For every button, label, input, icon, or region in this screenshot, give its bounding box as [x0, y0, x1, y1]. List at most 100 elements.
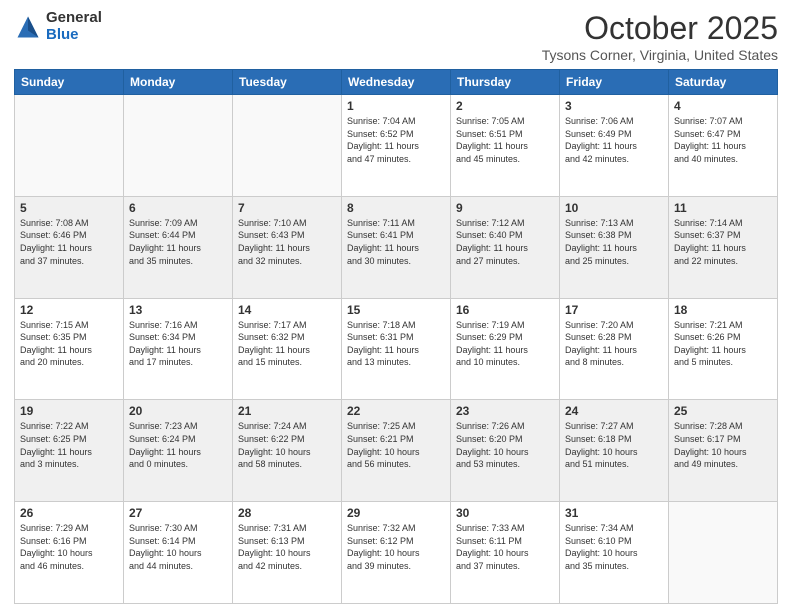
day-number: 28	[238, 506, 336, 520]
table-row: 5 Sunrise: 7:08 AM Sunset: 6:46 PM Daylig…	[15, 196, 124, 298]
calendar-header: Sunday Monday Tuesday Wednesday Thursday…	[15, 70, 778, 95]
calendar-week-row: 19Sunrise: 7:22 AM Sunset: 6:25 PM Dayli…	[15, 400, 778, 502]
day-number: 16	[456, 303, 554, 317]
day-info: Sunrise: 7:16 AM Sunset: 6:34 PM Dayligh…	[129, 319, 227, 369]
day-number: 10	[565, 201, 663, 215]
day-info: Sunrise: 7:14 AM Sunset: 6:37 PM Dayligh…	[674, 217, 772, 267]
day-number: 20	[129, 404, 227, 418]
day-info: Sunrise: 7:20 AM Sunset: 6:28 PM Dayligh…	[565, 319, 663, 369]
day-info: Sunrise: 7:09 AM Sunset: 6:44 PM Dayligh…	[129, 217, 227, 267]
day-info: Sunrise: 7:31 AM Sunset: 6:13 PM Dayligh…	[238, 522, 336, 572]
header-friday: Friday	[560, 70, 669, 95]
day-number: 1	[347, 99, 445, 113]
calendar-week-row: 26Sunrise: 7:29 AM Sunset: 6:16 PM Dayli…	[15, 502, 778, 604]
day-info: Sunrise: 7:05 AM Sunset: 6:51 PM Dayligh…	[456, 115, 554, 165]
table-row	[669, 502, 778, 604]
table-row: 18 Sunrise: 7:21 AM Sunset: 6:26 PM Dayli…	[669, 298, 778, 400]
table-row: 1 Sunrise: 7:04 AM Sunset: 6:52 PM Daylig…	[342, 95, 451, 197]
table-row: 30 Sunrise: 7:33 AM Sunset: 6:11 PM Dayli…	[451, 502, 560, 604]
table-row: 22 Sunrise: 7:25 AM Sunset: 6:21 PM Dayli…	[342, 400, 451, 502]
table-row: 12 Sunrise: 7:15 AM Sunset: 6:35 PM Dayli…	[15, 298, 124, 400]
day-info: Sunrise: 7:15 AM Sunset: 6:35 PM Dayligh…	[20, 319, 118, 369]
day-number: 21	[238, 404, 336, 418]
day-number: 29	[347, 506, 445, 520]
header-wednesday: Wednesday	[342, 70, 451, 95]
table-row: 14 Sunrise: 7:17 AM Sunset: 6:32 PM Dayli…	[233, 298, 342, 400]
table-row: 8 Sunrise: 7:11 AM Sunset: 6:41 PM Daylig…	[342, 196, 451, 298]
day-info: Sunrise: 7:21 AM Sunset: 6:26 PM Dayligh…	[674, 319, 772, 369]
calendar-week-row: 5 Sunrise: 7:08 AM Sunset: 6:46 PM Daylig…	[15, 196, 778, 298]
calendar-week-row: 12 Sunrise: 7:15 AM Sunset: 6:35 PM Dayli…	[15, 298, 778, 400]
table-row: 6 Sunrise: 7:09 AM Sunset: 6:44 PM Daylig…	[124, 196, 233, 298]
day-number: 14	[238, 303, 336, 317]
table-row: 31 Sunrise: 7:34 AM Sunset: 6:10 PM Dayli…	[560, 502, 669, 604]
day-info: Sunrise: 7:27 AM Sunset: 6:18 PM Dayligh…	[565, 420, 663, 470]
table-row: 24 Sunrise: 7:27 AM Sunset: 6:18 PM Dayli…	[560, 400, 669, 502]
day-number: 7	[238, 201, 336, 215]
page: General Blue October 2025 Tysons Corner,…	[0, 0, 792, 612]
day-number: 11	[674, 201, 772, 215]
day-number: 3	[565, 99, 663, 113]
logo-blue-text: Blue	[46, 27, 102, 44]
calendar-week-row: 1 Sunrise: 7:04 AM Sunset: 6:52 PM Daylig…	[15, 95, 778, 197]
header: General Blue October 2025 Tysons Corner,…	[14, 10, 778, 63]
day-number: 6	[129, 201, 227, 215]
header-thursday: Thursday	[451, 70, 560, 95]
day-info: Sunrise: 7:24 AM Sunset: 6:22 PM Dayligh…	[238, 420, 336, 470]
day-info: Sunrise: 7:07 AM Sunset: 6:47 PM Dayligh…	[674, 115, 772, 165]
table-row: 26Sunrise: 7:29 AM Sunset: 6:16 PM Dayli…	[15, 502, 124, 604]
day-info: Sunrise: 7:23 AM Sunset: 6:24 PM Dayligh…	[129, 420, 227, 470]
table-row: 13 Sunrise: 7:16 AM Sunset: 6:34 PM Dayli…	[124, 298, 233, 400]
day-number: 22	[347, 404, 445, 418]
day-number: 30	[456, 506, 554, 520]
table-row: 7Sunrise: 7:10 AM Sunset: 6:43 PM Daylig…	[233, 196, 342, 298]
weekday-header-row: Sunday Monday Tuesday Wednesday Thursday…	[15, 70, 778, 95]
table-row: 23 Sunrise: 7:26 AM Sunset: 6:20 PM Dayli…	[451, 400, 560, 502]
day-info: Sunrise: 7:34 AM Sunset: 6:10 PM Dayligh…	[565, 522, 663, 572]
day-number: 4	[674, 99, 772, 113]
day-number: 24	[565, 404, 663, 418]
day-number: 25	[674, 404, 772, 418]
header-saturday: Saturday	[669, 70, 778, 95]
logo-icon	[14, 13, 42, 41]
location: Tysons Corner, Virginia, United States	[542, 47, 778, 63]
table-row: 3Sunrise: 7:06 AM Sunset: 6:49 PM Daylig…	[560, 95, 669, 197]
table-row: 2 Sunrise: 7:05 AM Sunset: 6:51 PM Daylig…	[451, 95, 560, 197]
table-row	[233, 95, 342, 197]
header-sunday: Sunday	[15, 70, 124, 95]
day-info: Sunrise: 7:26 AM Sunset: 6:20 PM Dayligh…	[456, 420, 554, 470]
day-info: Sunrise: 7:04 AM Sunset: 6:52 PM Dayligh…	[347, 115, 445, 165]
day-number: 26	[20, 506, 118, 520]
day-number: 27	[129, 506, 227, 520]
day-number: 23	[456, 404, 554, 418]
day-number: 15	[347, 303, 445, 317]
day-number: 18	[674, 303, 772, 317]
day-info: Sunrise: 7:08 AM Sunset: 6:46 PM Dayligh…	[20, 217, 118, 267]
table-row: 29 Sunrise: 7:32 AM Sunset: 6:12 PM Dayli…	[342, 502, 451, 604]
table-row: 11 Sunrise: 7:14 AM Sunset: 6:37 PM Dayli…	[669, 196, 778, 298]
day-info: Sunrise: 7:11 AM Sunset: 6:41 PM Dayligh…	[347, 217, 445, 267]
table-row: 10Sunrise: 7:13 AM Sunset: 6:38 PM Dayli…	[560, 196, 669, 298]
day-info: Sunrise: 7:32 AM Sunset: 6:12 PM Dayligh…	[347, 522, 445, 572]
table-row: 27 Sunrise: 7:30 AM Sunset: 6:14 PM Dayli…	[124, 502, 233, 604]
day-number: 12	[20, 303, 118, 317]
calendar-body: 1 Sunrise: 7:04 AM Sunset: 6:52 PM Daylig…	[15, 95, 778, 604]
table-row: 25Sunrise: 7:28 AM Sunset: 6:17 PM Dayli…	[669, 400, 778, 502]
day-info: Sunrise: 7:18 AM Sunset: 6:31 PM Dayligh…	[347, 319, 445, 369]
table-row: 16 Sunrise: 7:19 AM Sunset: 6:29 PM Dayli…	[451, 298, 560, 400]
day-info: Sunrise: 7:19 AM Sunset: 6:29 PM Dayligh…	[456, 319, 554, 369]
day-number: 5	[20, 201, 118, 215]
day-number: 2	[456, 99, 554, 113]
day-number: 8	[347, 201, 445, 215]
day-info: Sunrise: 7:33 AM Sunset: 6:11 PM Dayligh…	[456, 522, 554, 572]
logo-general-text: General	[46, 10, 102, 27]
day-info: Sunrise: 7:22 AM Sunset: 6:25 PM Dayligh…	[20, 420, 118, 470]
table-row: 19Sunrise: 7:22 AM Sunset: 6:25 PM Dayli…	[15, 400, 124, 502]
day-info: Sunrise: 7:30 AM Sunset: 6:14 PM Dayligh…	[129, 522, 227, 572]
day-number: 17	[565, 303, 663, 317]
table-row: 15 Sunrise: 7:18 AM Sunset: 6:31 PM Dayli…	[342, 298, 451, 400]
day-info: Sunrise: 7:25 AM Sunset: 6:21 PM Dayligh…	[347, 420, 445, 470]
day-number: 31	[565, 506, 663, 520]
day-info: Sunrise: 7:17 AM Sunset: 6:32 PM Dayligh…	[238, 319, 336, 369]
day-number: 13	[129, 303, 227, 317]
